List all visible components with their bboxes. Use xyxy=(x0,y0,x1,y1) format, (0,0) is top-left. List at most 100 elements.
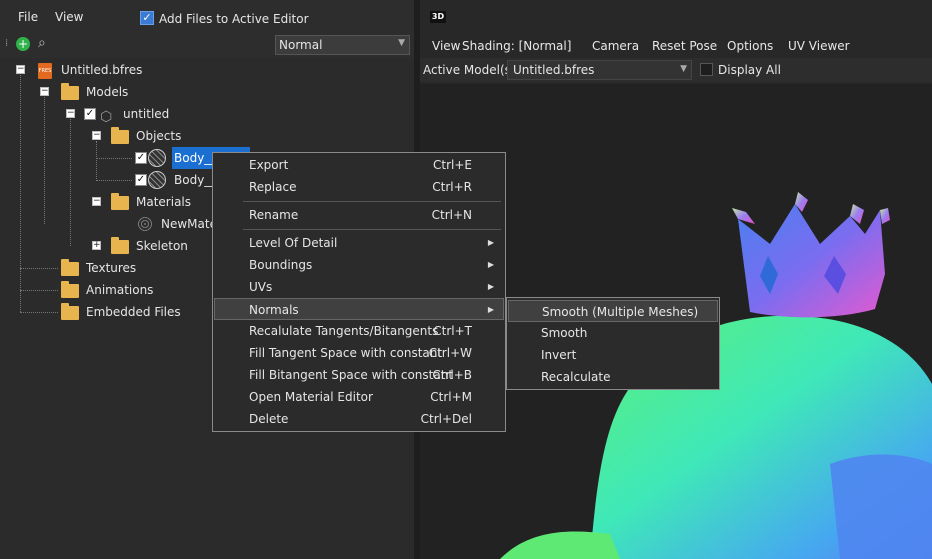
menu-separator xyxy=(243,201,501,202)
context-menu: Export Ctrl+E Replace Ctrl+R Rename Ctrl+N … xyxy=(212,152,506,432)
tree-node-label: Animations xyxy=(86,283,154,297)
viewer-menu-options[interactable]: Options xyxy=(727,39,773,53)
menu-item-shortcut: Ctrl+Del xyxy=(420,412,472,426)
menu-item-uvs[interactable]: UVs ▶ xyxy=(214,276,504,298)
menu-item-label: Level Of Detail xyxy=(249,236,338,250)
visibility-checkbox[interactable]: ✓ xyxy=(135,152,147,164)
chevron-down-icon: ▼ xyxy=(680,64,687,74)
menu-separator xyxy=(243,229,501,230)
mesh-icon xyxy=(148,171,166,189)
menu-file[interactable]: File xyxy=(18,10,38,24)
menu-item-shortcut: Ctrl+N xyxy=(431,208,472,222)
menu-item-delete[interactable]: Delete Ctrl+Del xyxy=(214,408,504,430)
add-icon[interactable]: + xyxy=(16,37,30,51)
viewer-menu-camera[interactable]: Camera xyxy=(592,39,639,53)
crown-point xyxy=(732,208,755,224)
tree-node-label: Models xyxy=(86,85,129,99)
add-files-label: Add Files to Active Editor xyxy=(159,12,309,26)
normals-submenu: Smooth (Multiple Meshes) Smooth Invert R… xyxy=(506,297,720,390)
search-icon[interactable]: ⌕ xyxy=(38,35,46,51)
submenu-item-invert[interactable]: Invert xyxy=(508,344,718,366)
folder-icon xyxy=(111,237,129,254)
folder-icon xyxy=(61,281,79,298)
visibility-checkbox[interactable]: ✓ xyxy=(84,108,96,120)
submenu-item-smooth[interactable]: Smooth xyxy=(508,322,718,344)
collapse-icon[interactable]: − xyxy=(92,197,101,206)
folder-icon xyxy=(61,83,79,100)
tree-node-root[interactable]: − FRES Untitled.bfres xyxy=(0,59,414,81)
menu-item-boundings[interactable]: Boundings ▶ xyxy=(214,254,504,276)
menu-item-label: Delete xyxy=(249,412,289,426)
menu-item-shortcut: Ctrl+R xyxy=(432,180,472,194)
menu-item-label: Recalulate Tangents/Bitangents xyxy=(249,324,439,338)
grip-icon: ⁞ xyxy=(5,38,9,49)
submenu-item-smooth-multiple[interactable]: Smooth (Multiple Meshes) xyxy=(508,300,718,322)
viewer-menu-shading[interactable]: Shading: [Normal] xyxy=(462,39,571,53)
folder-icon xyxy=(111,127,129,144)
display-all-label: Display All xyxy=(718,63,781,77)
tree-node-label: Objects xyxy=(136,129,182,143)
material-icon xyxy=(137,216,153,232)
chevron-down-icon: ▼ xyxy=(398,38,405,48)
menu-item-fill-bitangent[interactable]: Fill Bitangent Space with constant Ctrl+B xyxy=(214,364,504,386)
bfres-file-icon: FRES xyxy=(38,63,52,79)
expand-icon[interactable]: + xyxy=(92,241,101,250)
submenu-item-recalculate[interactable]: Recalculate xyxy=(508,366,718,388)
menu-item-label: UVs xyxy=(249,280,273,294)
tree-node-label: Untitled.bfres xyxy=(61,63,143,77)
tree-node-objects[interactable]: − Objects xyxy=(0,125,414,147)
mesh-icon xyxy=(148,149,166,167)
visibility-checkbox[interactable]: ✓ xyxy=(135,174,147,186)
menu-item-recalculate-tangents[interactable]: Recalulate Tangents/Bitangents Ctrl+T xyxy=(214,320,504,342)
menu-view[interactable]: View xyxy=(55,10,83,24)
mode-dropdown[interactable]: Normal ▼ xyxy=(275,35,410,55)
folder-icon xyxy=(111,193,129,210)
collapse-icon[interactable]: − xyxy=(40,87,49,96)
menu-item-shortcut: Ctrl+E xyxy=(433,158,472,172)
viewer-menu-uv-viewer[interactable]: UV Viewer xyxy=(788,39,850,53)
viewer-menu-reset-pose[interactable]: Reset Pose xyxy=(652,39,717,53)
menu-item-label: Rename xyxy=(249,208,299,222)
tree-node-label: Textures xyxy=(86,261,137,275)
display-all-checkbox[interactable] xyxy=(700,63,713,76)
collapse-icon[interactable]: − xyxy=(92,131,101,140)
menu-item-rename[interactable]: Rename Ctrl+N xyxy=(214,204,504,226)
active-model-dropdown[interactable]: Untitled.bfres ▼ xyxy=(507,60,692,80)
collapse-icon[interactable]: − xyxy=(66,109,75,118)
menu-item-label: Open Material Editor xyxy=(249,390,373,404)
active-model-label: Active Model(s): xyxy=(423,63,520,77)
menu-item-shortcut: Ctrl+W xyxy=(428,346,472,360)
menu-item-normals[interactable]: Normals ▶ xyxy=(214,298,504,320)
menu-item-export[interactable]: Export Ctrl+E xyxy=(214,154,504,176)
submenu-arrow-icon: ▶ xyxy=(487,305,494,314)
tree-node-label: untitled xyxy=(123,107,170,121)
mode-dropdown-value: Normal xyxy=(279,38,323,52)
collapse-icon[interactable]: − xyxy=(16,65,25,74)
submenu-arrow-icon: ▶ xyxy=(487,282,494,291)
crown-point xyxy=(880,208,890,224)
viewer-menu-view[interactable]: View xyxy=(432,39,460,53)
viewport-tab-icon[interactable]: 3D xyxy=(430,11,446,23)
tree-node-label: Materials xyxy=(136,195,192,209)
foot-mesh xyxy=(500,531,620,559)
menu-item-shortcut: Ctrl+B xyxy=(432,368,472,382)
submenu-arrow-icon: ▶ xyxy=(487,238,494,247)
crown-mesh xyxy=(738,204,885,318)
menu-item-shortcut: Ctrl+T xyxy=(433,324,472,338)
submenu-item-label: Smooth xyxy=(541,326,588,340)
menu-item-replace[interactable]: Replace Ctrl+R xyxy=(214,176,504,198)
menu-item-label: Boundings xyxy=(249,258,313,272)
menu-item-level-of-detail[interactable]: Level Of Detail ▶ xyxy=(214,232,504,254)
tree-node-label: Skeleton xyxy=(136,239,188,253)
tree-node-models[interactable]: − Models xyxy=(0,81,414,103)
menu-item-label: Replace xyxy=(249,180,297,194)
menu-item-label: Normals xyxy=(249,303,299,317)
add-files-checkbox[interactable]: ✓ xyxy=(140,11,154,25)
menu-item-label: Fill Tangent Space with constant xyxy=(249,346,443,360)
submenu-arrow-icon: ▶ xyxy=(487,260,494,269)
tree-node-model[interactable]: − ✓ ⬡ untitled xyxy=(0,103,414,125)
menu-item-shortcut: Ctrl+M xyxy=(430,390,472,404)
menu-item-fill-tangent[interactable]: Fill Tangent Space with constant Ctrl+W xyxy=(214,342,504,364)
menu-item-open-material-editor[interactable]: Open Material Editor Ctrl+M xyxy=(214,386,504,408)
submenu-item-label: Invert xyxy=(541,348,577,362)
